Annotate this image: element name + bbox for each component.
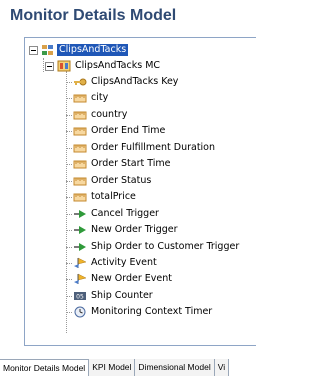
tree-node-item[interactable]: Cancel Trigger (66, 207, 159, 221)
model-tree[interactable]: ClipsAndTacks ClipsAndTacks MC ClipsAndT… (24, 37, 256, 346)
tree-node-label: ClipsAndTacks MC (75, 60, 161, 71)
tree-node-item[interactable]: city (66, 91, 109, 105)
trigger-icon (73, 208, 87, 220)
tab-visual-model[interactable]: Vi (214, 359, 230, 376)
tree-node-label: Ship Counter (91, 289, 153, 301)
tab-monitor-details-model[interactable]: Monitor Details Model (0, 359, 90, 376)
metric-icon (73, 125, 87, 137)
tree-connector (66, 295, 72, 297)
tree-connector (66, 180, 72, 182)
editor-tabs: Monitor Details Model KPI Model Dimensio… (0, 359, 256, 376)
tab-kpi-model[interactable]: KPI Model (89, 359, 136, 376)
tree-node-item[interactable]: country (66, 108, 128, 122)
trigger-icon (73, 224, 87, 236)
tree-node-item[interactable]: Activity Event (66, 256, 157, 270)
tree-node-item[interactable]: 05 Ship Counter (66, 289, 153, 303)
tree-connector (66, 82, 72, 83)
tree-node-label: Order End Time (91, 125, 166, 137)
model-root-icon (41, 44, 55, 56)
collapse-toggle-icon[interactable] (29, 45, 38, 55)
tree-connector (43, 58, 44, 72)
tree-connector (66, 98, 72, 100)
tree-node-label: Cancel Trigger (91, 207, 159, 219)
tree-connector (66, 230, 72, 232)
metric-icon (73, 142, 87, 154)
tree-node-label: Order Status (91, 174, 152, 186)
tree-node-label: New Order Trigger (91, 224, 178, 236)
tree-node-item[interactable]: New Order Event (66, 272, 172, 286)
tree-connector (66, 262, 72, 264)
metric-icon (73, 109, 87, 121)
tree-connector (66, 131, 72, 133)
tree-node-label: ClipsAndTacks (57, 44, 129, 56)
tree-node-label: totalPrice (91, 191, 136, 203)
collapse-toggle-icon[interactable] (45, 61, 54, 71)
tree-node-label: New Order Event (91, 273, 172, 285)
event-icon (73, 273, 87, 285)
tree-connector (66, 213, 72, 215)
tree-node-label: Order Start Time (91, 158, 171, 170)
metric-icon (73, 158, 87, 170)
event-icon (73, 257, 87, 269)
tree-node-item[interactable]: Order Status (66, 174, 152, 188)
tree-connector (66, 279, 72, 281)
tree-node-label: country (91, 108, 128, 120)
tree-node-label: Monitoring Context Timer (91, 306, 213, 318)
tree-node-label: Ship Order to Customer Trigger (91, 240, 240, 252)
tree-node-label: city (91, 92, 109, 104)
tree-connector (66, 197, 72, 199)
tree-node-root[interactable]: ClipsAndTacks (29, 43, 129, 57)
tree-node-label: Activity Event (91, 256, 157, 268)
tab-dimensional-model[interactable]: Dimensional Model (135, 359, 215, 376)
monitoring-context-icon (57, 60, 71, 72)
tree-node-item[interactable]: Ship Order to Customer Trigger (66, 240, 240, 254)
counter-icon: 05 (73, 290, 87, 302)
tree-node-item[interactable]: Order End Time (66, 124, 166, 138)
tree-node-item[interactable]: Order Start Time (66, 157, 171, 171)
tree-connector (66, 147, 72, 149)
tree-node-item[interactable]: Order Fulfillment Duration (66, 141, 216, 155)
metric-icon (73, 92, 87, 104)
tree-connector (66, 114, 72, 116)
tree-node-label: Order Fulfillment Duration (91, 141, 216, 153)
tree-connector (66, 312, 72, 314)
tree-node-item[interactable]: ClipsAndTacks Key (66, 75, 179, 89)
tree-node-item[interactable]: New Order Trigger (66, 223, 178, 237)
metric-icon (73, 191, 87, 203)
tree-node-label: ClipsAndTacks Key (91, 76, 179, 87)
trigger-icon (73, 241, 87, 253)
page-title: Monitor Details Model (10, 7, 177, 24)
svg-text:05: 05 (76, 293, 84, 300)
tree-connector (66, 246, 72, 248)
tree-connector (66, 164, 72, 166)
tree-node-monitoring-context[interactable]: ClipsAndTacks MC (45, 59, 160, 73)
key-icon (73, 76, 87, 88)
tree-node-item[interactable]: Monitoring Context Timer (66, 305, 213, 319)
tree-node-item[interactable]: totalPrice (66, 190, 136, 204)
metric-icon (73, 175, 87, 187)
timer-icon (73, 306, 87, 318)
